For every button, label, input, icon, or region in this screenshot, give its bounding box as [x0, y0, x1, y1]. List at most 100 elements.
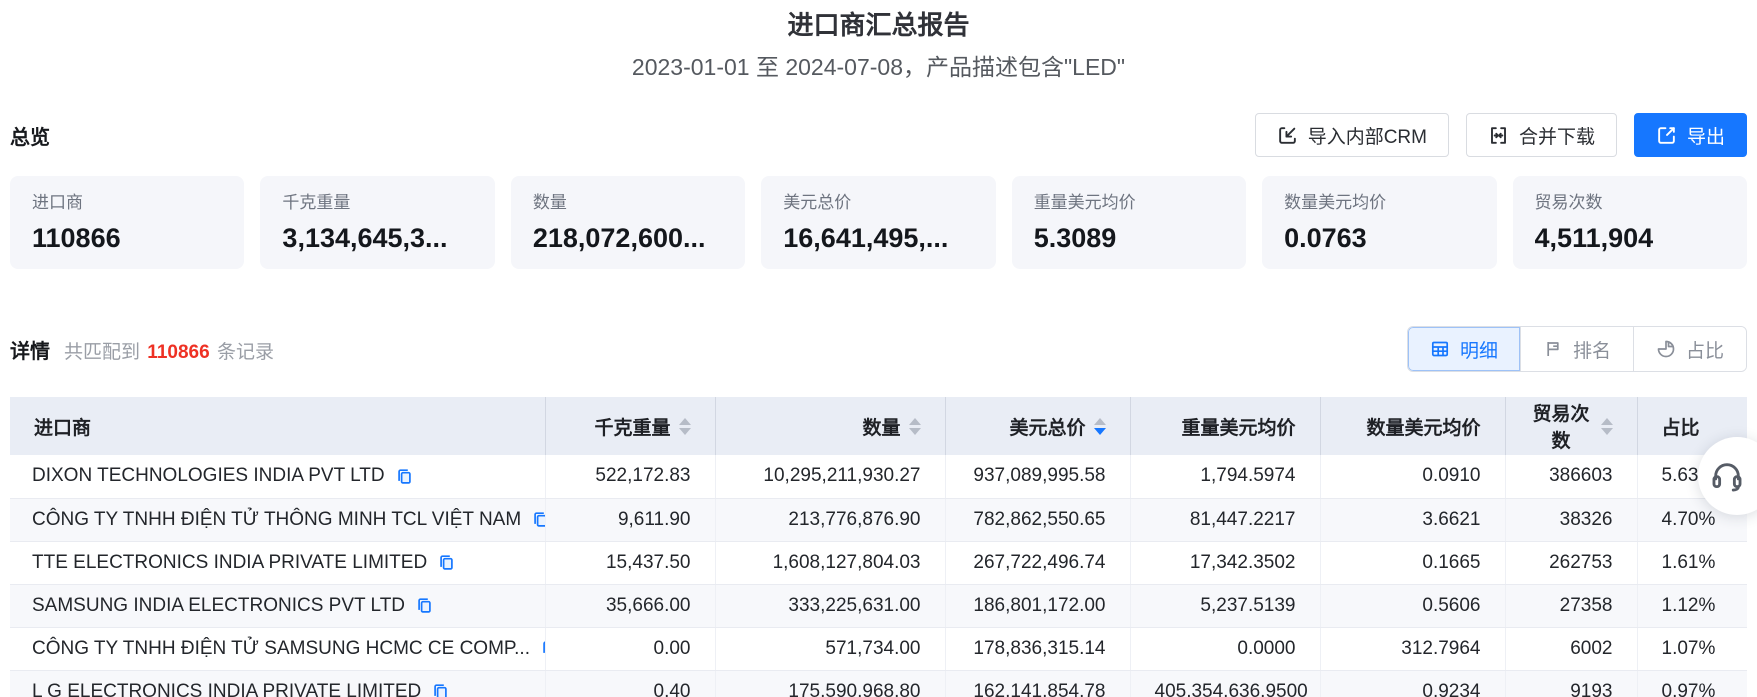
- stat-card: 贸易次数 4,511,904: [1512, 176, 1747, 269]
- sort-carets-icon[interactable]: [908, 417, 921, 435]
- column-header-content: 数量美元均价: [1321, 413, 1505, 440]
- sort-asc-icon[interactable]: [1093, 417, 1106, 425]
- tab-share[interactable]: 占比: [1632, 327, 1746, 371]
- importer-name[interactable]: CÔNG TY TNHH ĐIỆN TỬ THÔNG MINH TCL VIỆT…: [32, 509, 521, 531]
- importer-name-group: SAMSUNG INDIA ELECTRONICS PVT LTD: [32, 595, 521, 617]
- column-label: 进口商: [34, 417, 92, 439]
- stat-card-label: 美元总价: [783, 193, 852, 212]
- merge-download-button[interactable]: 合并下载: [1465, 113, 1617, 157]
- overview-heading: 总览: [10, 126, 50, 149]
- value-cell: 0.5606: [1319, 584, 1505, 628]
- stat-card: 重量美元均价 5.3089: [1011, 176, 1247, 269]
- sort-desc-icon[interactable]: [908, 427, 921, 435]
- importer-name[interactable]: TTE ELECTRONICS INDIA PRIVATE LIMITED: [32, 552, 427, 574]
- value-cell: 1.61%: [1636, 541, 1747, 585]
- value-cell: 522,172.83: [544, 455, 715, 499]
- export-icon: [1656, 125, 1677, 146]
- button-label: 导入内部CRM: [1307, 126, 1427, 148]
- column-header[interactable]: 美元总价: [944, 397, 1130, 455]
- value-cell: 213,776,876.90: [714, 498, 945, 542]
- importer-name[interactable]: DIXON TECHNOLOGIES INDIA PVT LTD: [32, 465, 385, 487]
- value-cell: 81,447.2217: [1129, 498, 1320, 542]
- ranking-icon: [1543, 339, 1563, 359]
- value-cell: 0.9234: [1319, 670, 1505, 697]
- tab-label: 明细: [1459, 340, 1498, 362]
- table-row: TTE ELECTRONICS INDIA PRIVATE LIMITED 15,…: [10, 541, 1747, 585]
- import-crm-icon: [1277, 125, 1298, 146]
- copy-icon[interactable]: [540, 639, 545, 658]
- sort-desc-icon[interactable]: [1600, 427, 1613, 435]
- value-cell: 0.97%: [1636, 670, 1747, 697]
- copy-icon[interactable]: [437, 553, 456, 572]
- table-header: 进口商 千克重量 数量 美元总价 重量美元均价 数量美元均价 贸易次数 占比: [10, 397, 1747, 455]
- table-body: DIXON TECHNOLOGIES INDIA PVT LTD 522,172.…: [10, 455, 1747, 697]
- headset-icon: [1710, 459, 1757, 493]
- column-label: 重量美元均价: [1181, 417, 1296, 439]
- importer-cell: L G ELECTRONICS INDIA PRIVATE LIMITED: [10, 670, 545, 697]
- importer-summary-report-page: 进口商汇总报告 2023-01-01 至 2024-07-08，产品描述包含"L…: [0, 0, 1757, 697]
- column-header-content: 贸易次数: [1506, 399, 1637, 453]
- value-cell: 162,141,854.78: [944, 670, 1130, 697]
- stat-card-value: 0.0763: [1284, 223, 1367, 253]
- value-cell: 9,611.90: [544, 498, 715, 542]
- report-subtitle: 2023-01-01 至 2024-07-08，产品描述包含"LED": [631, 54, 1126, 80]
- column-header: 数量美元均价: [1319, 397, 1505, 455]
- copy-icon[interactable]: [415, 596, 434, 615]
- value-cell: 937,089,995.58: [944, 455, 1130, 499]
- sort-desc-icon[interactable]: [678, 427, 691, 435]
- column-label: 数量: [862, 417, 901, 439]
- importer-name-group: CÔNG TY TNHH ĐIỆN TỬ SAMSUNG HCMC CE COM…: [32, 638, 545, 660]
- importer-cell: TTE ELECTRONICS INDIA PRIVATE LIMITED: [10, 541, 545, 585]
- importer-cell: CÔNG TY TNHH ĐIỆN TỬ SAMSUNG HCMC CE COM…: [10, 627, 545, 671]
- page-title: 进口商汇总报告: [787, 10, 970, 40]
- sort-asc-icon[interactable]: [908, 417, 921, 425]
- import-crm-button[interactable]: 导入内部CRM: [1254, 113, 1449, 157]
- copy-icon[interactable]: [431, 682, 450, 697]
- table-row: CÔNG TY TNHH ĐIỆN TỬ SAMSUNG HCMC CE COM…: [10, 627, 1747, 671]
- button-label: 导出: [1686, 126, 1725, 148]
- sort-desc-icon[interactable]: [1093, 427, 1106, 435]
- stat-card-value: 4,511,904: [1534, 223, 1654, 253]
- value-cell: 0.40: [544, 670, 715, 697]
- value-cell: 333,225,631.00: [714, 584, 945, 628]
- importer-name[interactable]: SAMSUNG INDIA ELECTRONICS PVT LTD: [32, 595, 405, 617]
- tab-detail[interactable]: 明细: [1407, 327, 1520, 371]
- value-cell: 0.00: [544, 627, 715, 671]
- merge-download-icon: [1488, 125, 1509, 146]
- column-header[interactable]: 贸易次数: [1504, 397, 1637, 455]
- sort-carets-icon[interactable]: [1600, 417, 1613, 435]
- value-cell: 5,237.5139: [1129, 584, 1320, 628]
- importer-name[interactable]: L G ELECTRONICS INDIA PRIVATE LIMITED: [32, 681, 421, 697]
- overview-stat-cards: 进口商 110866 千克重量 3,134,645,3... 数量 218,072,600…: [10, 176, 1747, 269]
- stat-card-value: 16,641,495,...: [783, 223, 949, 253]
- stat-card-label: 数量: [532, 193, 567, 212]
- sort-carets-icon[interactable]: [678, 417, 691, 435]
- stat-card: 进口商 110866: [10, 176, 245, 269]
- value-cell: 1,794.5974: [1129, 455, 1320, 499]
- details-header-row: 详情 共匹配到 110866 条记录 明细 排名 占比: [10, 326, 1747, 372]
- importer-cell: DIXON TECHNOLOGIES INDIA PVT LTD: [10, 455, 545, 499]
- value-cell: 782,862,550.65: [944, 498, 1130, 542]
- overview-toolbar: 总览 导入内部CRM 合并下载 导出: [10, 112, 1747, 158]
- sort-carets-icon[interactable]: [1093, 417, 1106, 435]
- column-header[interactable]: 千克重量: [544, 397, 715, 455]
- value-cell: 6002: [1504, 627, 1637, 671]
- stat-card-label: 贸易次数: [1534, 193, 1603, 212]
- column-header-content: 美元总价: [946, 413, 1130, 440]
- importer-name-group: L G ELECTRONICS INDIA PRIVATE LIMITED: [32, 681, 521, 697]
- table-row: SAMSUNG INDIA ELECTRONICS PVT LTD 35,666.…: [10, 584, 1747, 628]
- importer-cell: CÔNG TY TNHH ĐIỆN TỬ THÔNG MINH TCL VIỆT…: [10, 498, 545, 542]
- column-header: 重量美元均价: [1129, 397, 1320, 455]
- sort-asc-icon[interactable]: [678, 417, 691, 425]
- importer-name[interactable]: CÔNG TY TNHH ĐIỆN TỬ SAMSUNG HCMC CE COM…: [32, 638, 530, 660]
- value-cell: 186,801,172.00: [944, 584, 1130, 628]
- match-summary: 共匹配到 110866 条记录: [64, 337, 274, 364]
- copy-icon[interactable]: [531, 510, 545, 529]
- sort-asc-icon[interactable]: [1600, 417, 1613, 425]
- column-header-content: 千克重量: [546, 413, 715, 440]
- table-row: CÔNG TY TNHH ĐIỆN TỬ THÔNG MINH TCL VIỆT…: [10, 498, 1747, 542]
- copy-icon[interactable]: [395, 467, 414, 486]
- export-button[interactable]: 导出: [1633, 113, 1747, 157]
- tab-ranking[interactable]: 排名: [1519, 327, 1633, 371]
- column-header[interactable]: 数量: [714, 397, 945, 455]
